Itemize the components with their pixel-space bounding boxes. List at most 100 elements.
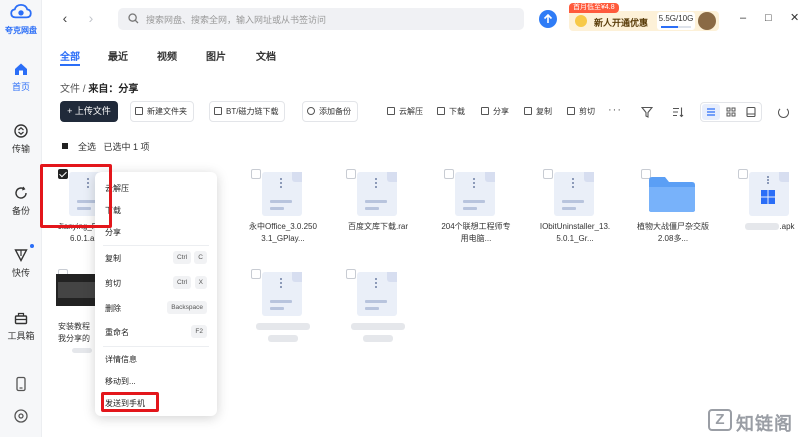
sidebar-item-quick-send[interactable]: 快传 [0,248,42,279]
sidebar-item-label: 快传 [11,268,30,278]
menu-item-share[interactable]: 分享 [105,227,121,238]
tab-all[interactable]: 全部 [60,48,80,63]
tab-document[interactable]: 文档 [256,48,276,63]
file-item[interactable]: .apk [734,166,806,266]
filter-icon[interactable] [641,106,653,118]
sidebar-item-transfer[interactable]: 传输 [0,124,42,155]
promo-body[interactable]: 新人开通优惠 5.5G/10G [569,11,719,31]
add-backup-button[interactable]: 添加备份 [302,101,358,122]
shortcut-key: Ctrl [173,251,192,264]
search-placeholder: 搜索网盘、搜索全网，输入网址或从书签访问 [146,15,327,25]
file-checkbox[interactable] [543,169,553,179]
tab-image[interactable]: 图片 [206,48,226,63]
sidebar-item-backup[interactable]: 备份 [0,186,42,217]
copy-button[interactable]: 复制 [524,101,552,122]
file-item[interactable]: 永中Office_3.0.2503.1_GPlay... [247,166,319,266]
file-checkbox[interactable] [738,169,748,179]
menu-item-move-to[interactable]: 移动到... [105,376,136,387]
avatar[interactable] [698,12,716,30]
sidebar-item-label: 工具箱 [7,331,35,341]
file-checkbox[interactable] [444,169,454,179]
decompress-button[interactable]: 云解压 [387,101,423,122]
sidebar-item-home[interactable]: 首页 [0,62,42,93]
file-checkbox[interactable] [251,169,261,179]
sidebar: 夸克网盘 首页 传输 备份 快传 工具箱 [0,0,42,437]
archive-file-icon [262,172,302,216]
folder-item[interactable]: 植物大战僵尸杂交版2.08多... [637,166,709,266]
sidebar-item-toolbox[interactable]: 工具箱 [0,311,42,342]
file-item[interactable] [342,266,414,366]
list-view-button[interactable] [702,104,720,120]
download-button[interactable]: 下载 [437,101,465,122]
file-checkbox[interactable] [251,269,261,279]
large-icon-view-button[interactable] [742,104,760,120]
menu-item-copy[interactable]: 复制 [105,253,121,264]
promo-banner[interactable]: 新人开通优惠 5.5G/10G 首月低至¥4.8 [569,3,719,33]
select-all-checkbox[interactable] [62,143,68,149]
file-item[interactable] [247,266,319,366]
more-button[interactable]: ··· [608,104,622,116]
transfer-icon [14,124,28,138]
file-checkbox[interactable] [346,169,356,179]
menu-item-cut[interactable]: 剪切 [105,278,121,289]
video-name-line1: 安装教程 [58,322,90,331]
close-button[interactable]: ✕ [790,13,799,24]
settings-icon[interactable] [13,408,29,424]
sort-icon[interactable] [672,106,684,118]
file-item[interactable]: 204个联想工程师专用电脑... [440,166,512,266]
tab-video[interactable]: 视频 [157,48,177,63]
search-bar[interactable]: 搜索网盘、搜索全网，输入网址或从书签访问 [118,8,524,30]
gift-icon [575,15,587,27]
cut-button[interactable]: 剪切 [567,101,595,122]
maximize-icon: □ [765,12,772,24]
tab-recent[interactable]: 最近 [108,48,128,63]
sidebar-item-label: 首页 [11,82,30,92]
backup-icon [307,107,315,115]
close-icon: ✕ [790,12,800,24]
chevron-left-icon: ‹ [62,10,68,26]
maximize-button[interactable]: □ [765,13,772,24]
new-folder-button[interactable]: 新建文件夹 [130,101,194,122]
phone-icon[interactable] [13,376,29,392]
refresh-icon[interactable] [778,107,789,118]
forward-button[interactable]: › [84,11,98,25]
file-item[interactable]: 百度文库下载.rar [342,166,414,266]
toolbox-icon [14,312,28,325]
select-all-row[interactable]: 全选 已选中 1 项 [62,140,150,153]
menu-item-details[interactable]: 详情信息 [105,354,137,365]
blurred-text [351,323,405,331]
bt-download-button[interactable]: BT/磁力链下载 [209,101,286,122]
highlight-box-selected-file [40,164,112,228]
storage-indicator[interactable]: 5.5G/10G [657,12,695,30]
upload-button[interactable] [539,10,557,28]
upload-file-button[interactable]: + 上传文件 [60,101,118,122]
file-name: 百度文库下载.rar [348,222,408,231]
blurred-text [256,323,310,331]
new-folder-label: 新建文件夹 [147,107,187,116]
menu-item-rename[interactable]: 重命名 [105,327,129,338]
back-button[interactable]: ‹ [58,11,72,25]
blurred-text [745,223,780,231]
copy-icon [524,107,532,115]
backup-icon [15,186,27,199]
file-item[interactable]: IObitUninstaller_13.5.0.1_Gr... [539,166,611,266]
watermark-text: 知链阁 [736,414,793,434]
grid-view-button[interactable] [722,104,740,120]
file-name: 204个联想工程师专用电脑... [441,222,511,243]
shortcut-key: C [194,251,207,264]
archive-file-icon [357,172,397,216]
minimize-button[interactable]: – [740,13,746,24]
blurred-text [363,335,393,343]
breadcrumb-root[interactable]: 文件 [60,84,80,95]
cut-label: 剪切 [579,107,595,116]
bt-download-label: BT/磁力链下载 [226,107,279,116]
menu-item-delete[interactable]: 删除 [105,303,121,314]
context-menu: 云解压 下载 分享 复制 Ctrl C 剪切 Ctrl X 删除 Backspa… [95,172,217,416]
file-name-end: 6.0.1.a [70,234,95,243]
sidebar-item-label: 备份 [11,206,30,216]
apk-file-icon [749,172,789,216]
file-checkbox[interactable] [346,269,356,279]
promo-badge: 首月低至¥4.8 [569,3,619,13]
archive-file-icon [455,172,495,216]
share-button[interactable]: 分享 [481,101,509,122]
